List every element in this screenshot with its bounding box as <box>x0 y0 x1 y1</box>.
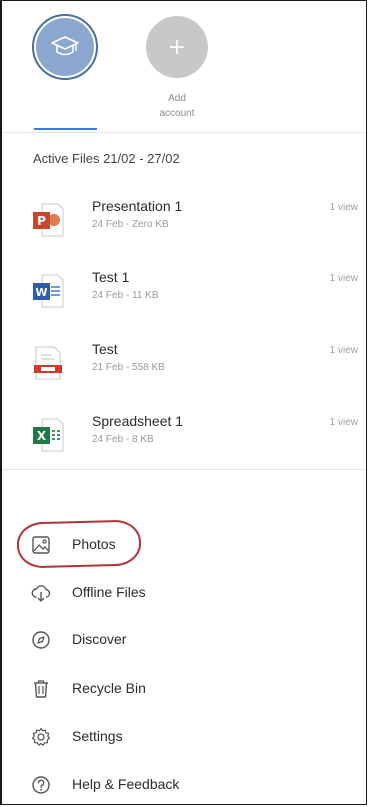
offline-cloud-icon <box>31 585 51 602</box>
current-account-avatar[interactable] <box>32 14 98 80</box>
file-meta: 24 Feb - Zero KB <box>92 219 169 230</box>
file-name: Spreadsheet 1 <box>92 413 184 429</box>
help-icon <box>32 776 50 794</box>
divider <box>2 132 366 133</box>
word-icon: W <box>33 274 64 308</box>
file-views: 1 view <box>329 417 358 428</box>
powerpoint-icon: P <box>33 203 64 237</box>
excel-icon: X <box>33 418 64 452</box>
add-account-label[interactable]: Add account <box>132 91 222 121</box>
menu-item-settings[interactable]: Settings <box>2 720 366 754</box>
menu-item-offline-files[interactable]: Offline Files <box>2 576 366 610</box>
svg-text:W: W <box>35 286 47 299</box>
menu-item-photos[interactable]: Photos <box>2 528 366 562</box>
menu-item-recycle-bin[interactable]: Recycle Bin <box>2 672 366 706</box>
file-name: Presentation 1 <box>92 198 183 214</box>
menu-item-help-feedback[interactable]: Help & Feedback <box>2 768 366 802</box>
plus-icon <box>170 40 184 54</box>
graduation-cap-icon <box>51 36 79 56</box>
active-account-indicator <box>34 128 97 130</box>
file-row-test[interactable]: Test 21 Feb - 558 KB 1 view <box>2 339 366 397</box>
menu-item-discover[interactable]: Discover <box>2 623 366 657</box>
photo-icon <box>32 536 50 554</box>
active-files-title: Active Files 21/02 - 27/02 <box>33 151 180 166</box>
file-meta: 24 Feb - 11 KB <box>92 290 159 301</box>
add-account-button[interactable] <box>146 16 208 78</box>
drawer-panel: Add account Active Files 21/02 - 27/02 P… <box>0 0 367 805</box>
file-views: 1 view <box>329 202 358 213</box>
menu-item-label: Offline Files <box>72 584 146 600</box>
menu-item-label: Photos <box>72 536 116 552</box>
menu-item-label: Discover <box>72 631 127 647</box>
svg-text:X: X <box>37 429 47 443</box>
svg-text:P: P <box>37 214 46 228</box>
file-name: Test <box>92 341 118 357</box>
file-row-spreadsheet-1[interactable]: X Spreadsheet 1 24 Feb - 8 KB 1 view <box>2 411 366 469</box>
accounts-bar: Add account <box>2 1 366 137</box>
file-row-presentation-1[interactable]: P Presentation 1 24 Feb - Zero KB 1 view <box>2 196 366 254</box>
discover-icon <box>32 631 50 649</box>
file-name: Test 1 <box>92 269 130 285</box>
gear-icon <box>31 727 51 746</box>
menu-item-label: Recycle Bin <box>72 680 146 696</box>
file-row-test-1[interactable]: W Test 1 24 Feb - 11 KB 1 view <box>2 267 366 325</box>
menu-item-label: Settings <box>72 728 123 744</box>
file-meta: 21 Feb - 558 KB <box>92 362 165 373</box>
file-views: 1 view <box>329 345 358 356</box>
file-meta: 24 Feb - 8 KB <box>92 434 154 445</box>
divider <box>2 469 366 470</box>
trash-icon <box>34 680 48 698</box>
pdf-icon <box>34 346 62 380</box>
menu-item-label: Help & Feedback <box>72 776 180 792</box>
file-views: 1 view <box>329 273 358 284</box>
